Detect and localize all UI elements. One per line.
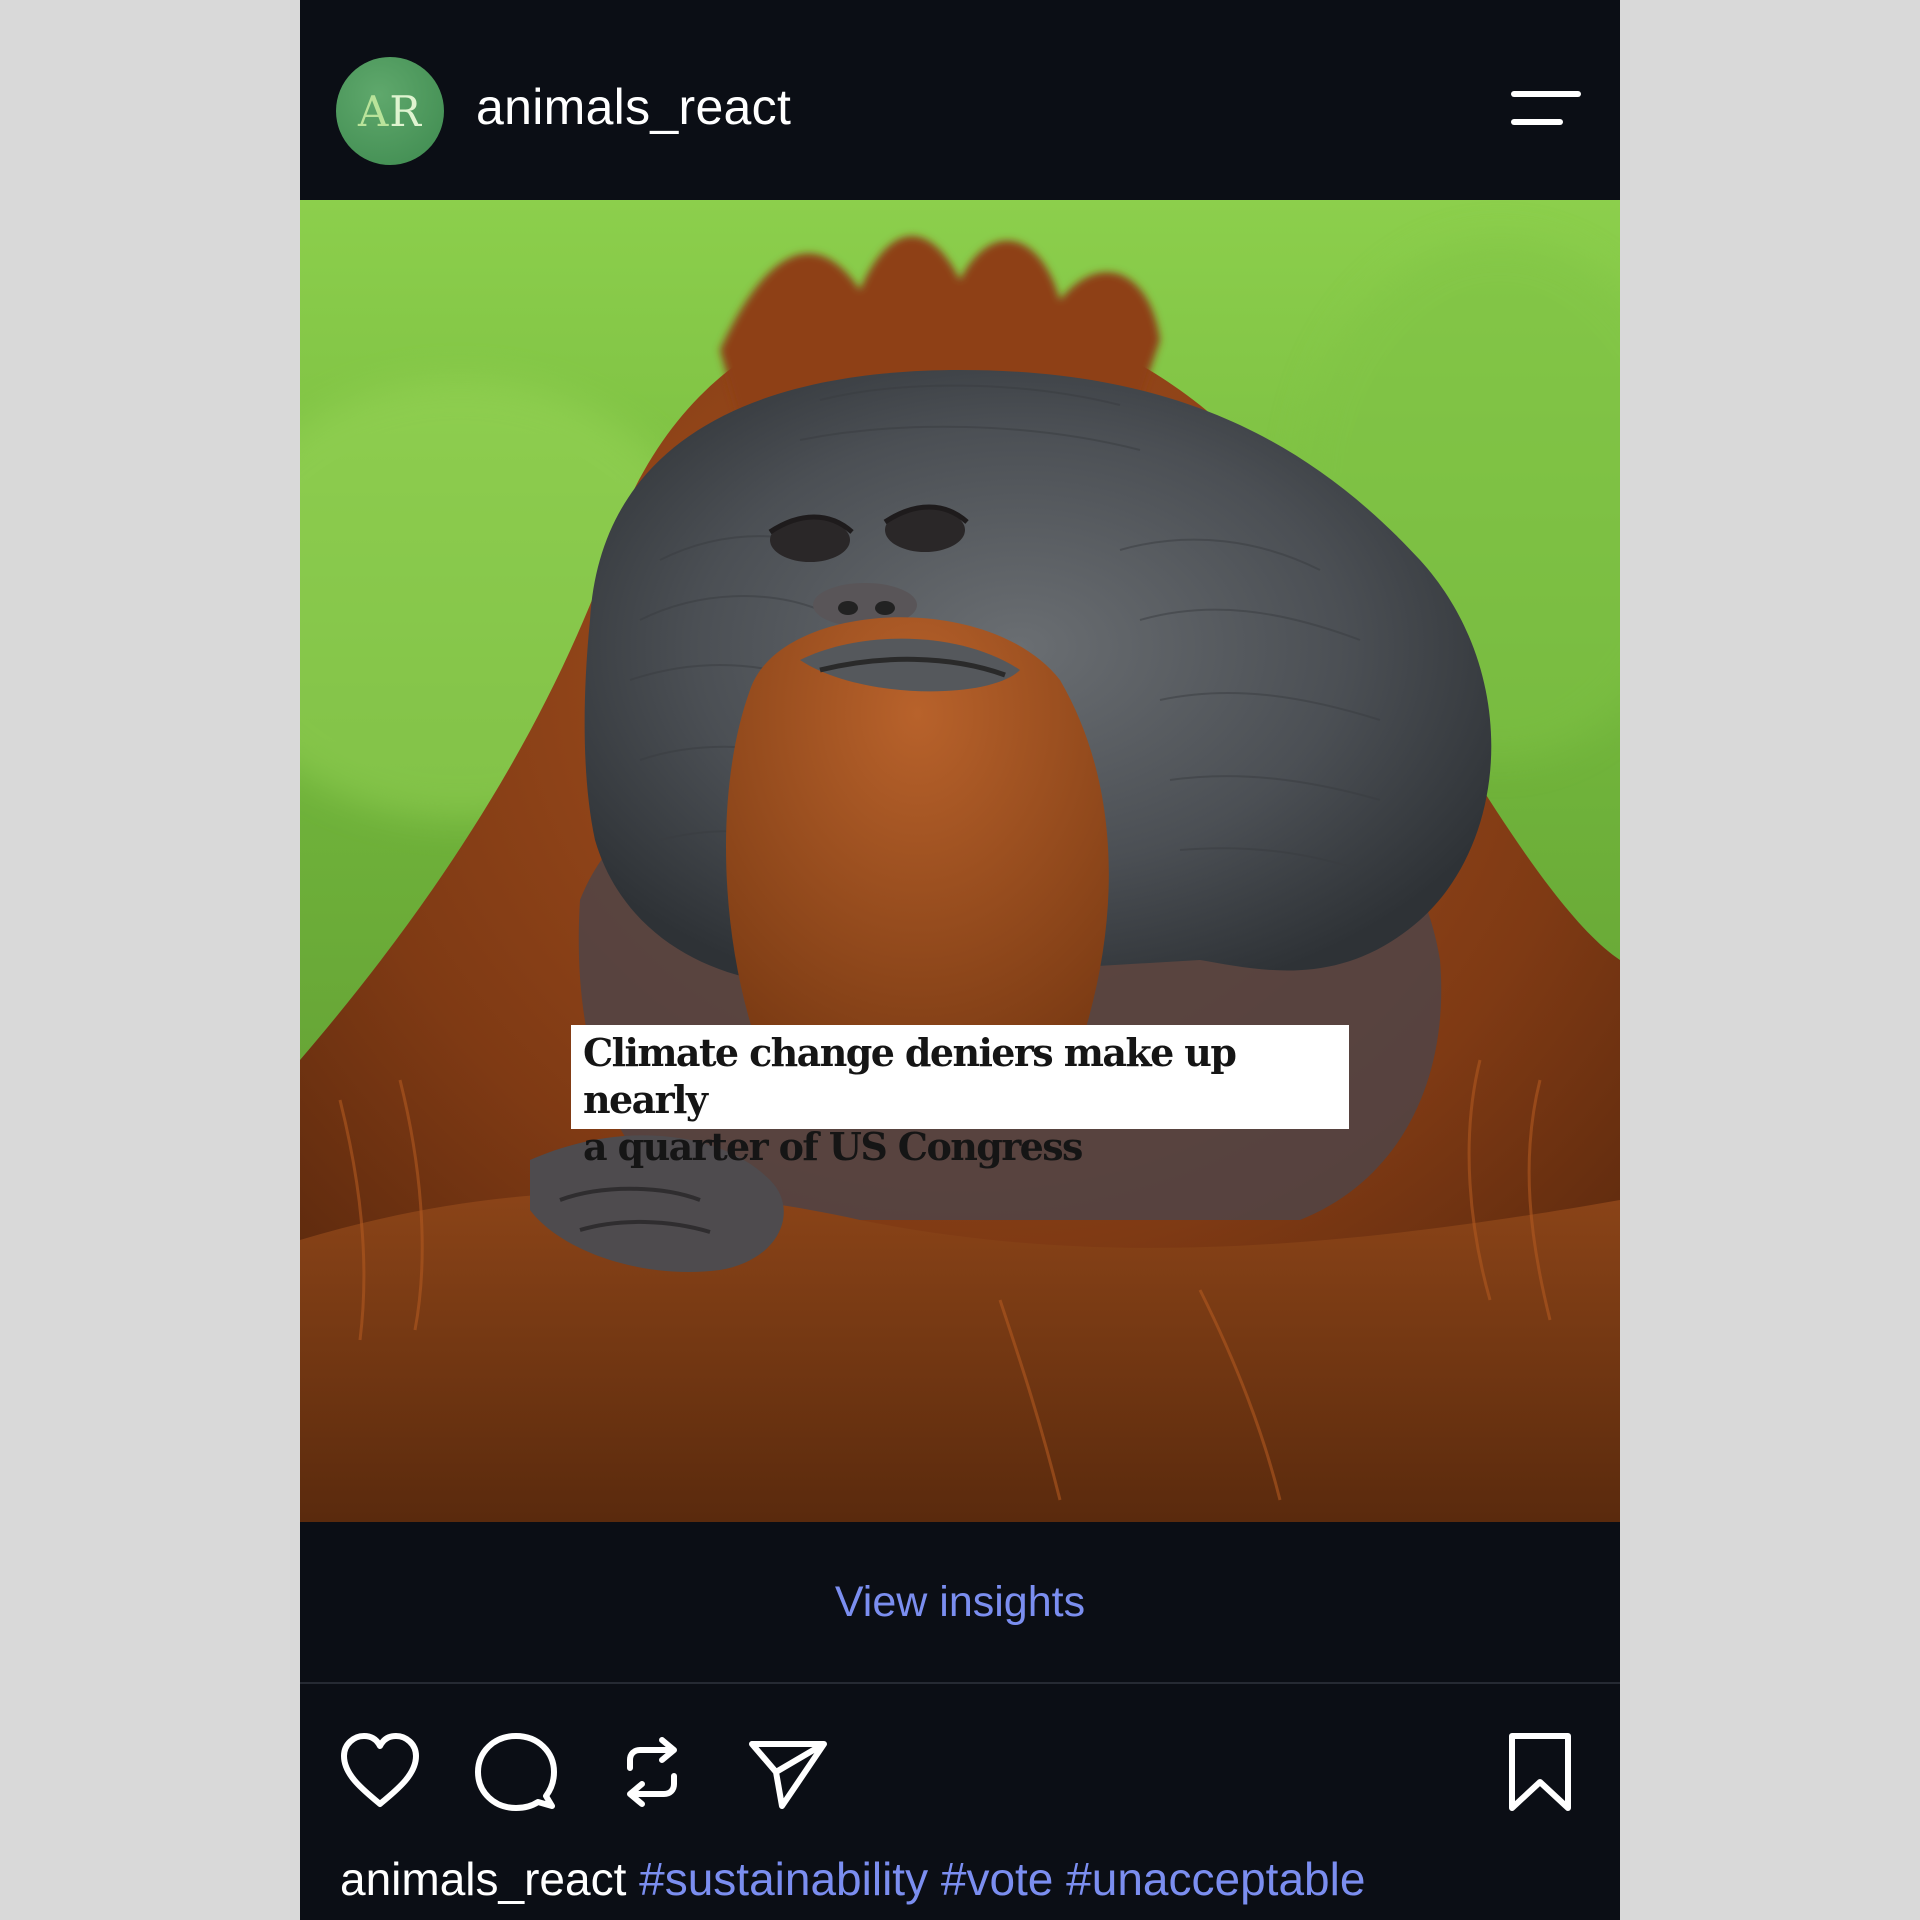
caption: animals_react #sustainability #vote #una… <box>340 1852 1365 1906</box>
username[interactable]: animals_react <box>476 78 791 136</box>
headline-line-2: a quarter of US Congress <box>583 1124 1083 1169</box>
news-headline: Climate change deniers make up nearly a … <box>571 1025 1349 1169</box>
heart-icon[interactable] <box>336 1728 424 1816</box>
action-bar <box>300 1684 1620 1824</box>
comment-bubble-icon[interactable] <box>472 1728 560 1816</box>
insights-bar: View insights <box>300 1522 1620 1684</box>
bookmark-icon[interactable] <box>1496 1728 1584 1816</box>
hashtag-unacceptable[interactable]: #unacceptable <box>1066 1853 1365 1905</box>
avatar[interactable]: AR <box>336 57 444 165</box>
headline-line-1: Climate change deniers make up nearly <box>583 1030 1237 1122</box>
avatar-initial-r: R <box>389 86 422 136</box>
hashtag-sustainability[interactable]: #sustainability <box>639 1853 928 1905</box>
avatar-initial-a: A <box>358 86 390 136</box>
post-image[interactable]: Climate change deniers make up nearly a … <box>300 200 1620 1522</box>
hashtag-vote[interactable]: #vote <box>941 1853 1054 1905</box>
caption-username[interactable]: animals_react <box>340 1853 626 1905</box>
send-icon[interactable] <box>744 1728 832 1816</box>
orangutan-photo <box>300 200 1620 1522</box>
repost-icon[interactable] <box>608 1728 696 1816</box>
view-insights-link[interactable]: View insights <box>300 1578 1620 1627</box>
post-container: AR animals_react Climate change deniers … <box>300 0 1620 1920</box>
hamburger-menu-icon[interactable] <box>1510 88 1582 128</box>
post-header: AR animals_react <box>300 0 1620 200</box>
